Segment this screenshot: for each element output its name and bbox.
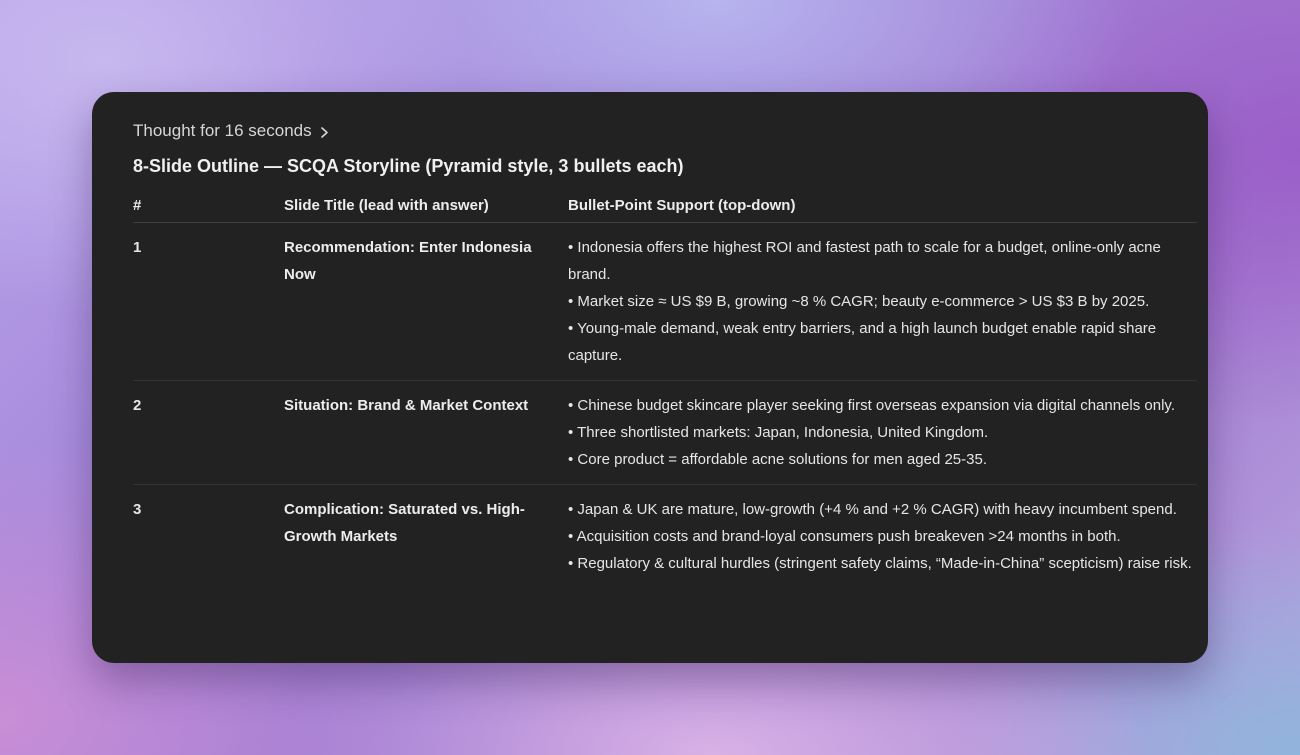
table-row: 2 Situation: Brand & Market Context • Ch…	[133, 381, 1197, 485]
bullet-item: • Young-male demand, weak entry barriers…	[568, 320, 1157, 364]
response-card: Thought for 16 seconds 8-Slide Outline —…	[92, 92, 1208, 663]
slide-number: 3	[133, 501, 142, 518]
bullet-item: • Acquisition costs and brand-loyal cons…	[568, 528, 1121, 545]
column-header-number: #	[133, 197, 142, 214]
slide-title: Complication: Saturated vs. High-Growth …	[284, 501, 525, 545]
bullet-item: • Indonesia offers the highest ROI and f…	[568, 239, 1161, 283]
outline-table: # Slide Title (lead with answer) Bullet-…	[133, 197, 1197, 588]
table-row: 1 Recommendation: Enter Indonesia Now • …	[133, 223, 1197, 381]
chevron-right-icon	[320, 126, 329, 138]
bullet-item: • Market size ≈ US $9 B, growing ~8 % CA…	[568, 293, 1150, 310]
thought-label: Thought for 16 seconds	[133, 121, 312, 140]
bullet-list: • Indonesia offers the highest ROI and f…	[568, 234, 1197, 369]
bullet-list: • Chinese budget skincare player seeking…	[568, 392, 1197, 473]
table-header: # Slide Title (lead with answer) Bullet-…	[133, 197, 1197, 223]
outline-heading: 8-Slide Outline — SCQA Storyline (Pyrami…	[133, 156, 684, 176]
column-header-title: Slide Title (lead with answer)	[284, 197, 489, 214]
table-row: 3 Complication: Saturated vs. High-Growt…	[133, 485, 1197, 588]
slide-title: Situation: Brand & Market Context	[284, 397, 529, 414]
slide-title: Recommendation: Enter Indonesia Now	[284, 239, 532, 283]
bullet-item: • Regulatory & cultural hurdles (stringe…	[568, 555, 1192, 572]
bullet-item: • Chinese budget skincare player seeking…	[568, 397, 1175, 414]
slide-number: 2	[133, 397, 142, 414]
bullet-item: • Core product = affordable acne solutio…	[568, 451, 987, 468]
thought-toggle[interactable]: Thought for 16 seconds	[133, 121, 329, 141]
column-header-bullets: Bullet-Point Support (top-down)	[568, 197, 796, 214]
bullet-item: • Japan & UK are mature, low-growth (+4 …	[568, 501, 1177, 518]
bullet-list: • Japan & UK are mature, low-growth (+4 …	[568, 496, 1197, 577]
slide-number: 1	[133, 239, 142, 256]
bullet-item: • Three shortlisted markets: Japan, Indo…	[568, 424, 989, 441]
